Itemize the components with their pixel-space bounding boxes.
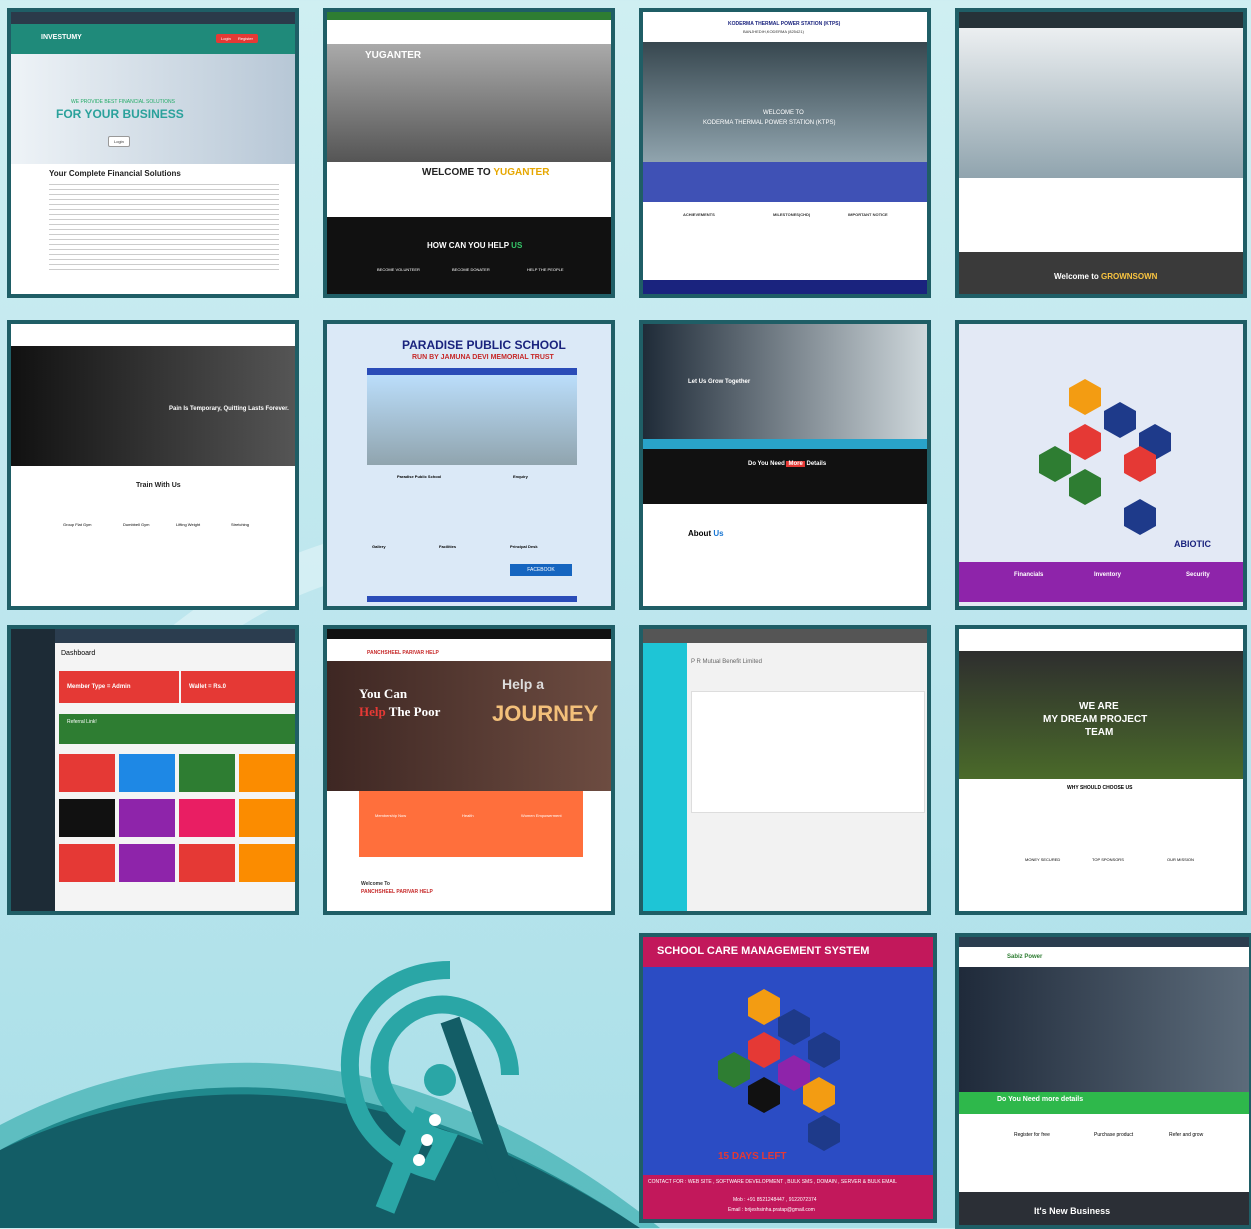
help-item[interactable]: BECOME DONATER bbox=[452, 267, 490, 272]
hero-photo bbox=[959, 28, 1243, 178]
top-bar bbox=[11, 12, 295, 24]
welcome-title: WELCOME TO YUGANTER bbox=[422, 167, 550, 178]
site-subtitle: BANJHEDIH,KODERMA (825421) bbox=[743, 29, 804, 34]
preview-card-yuganter[interactable]: YUGANTER WELCOME TO YUGANTER HOW CAN YOU… bbox=[323, 8, 615, 298]
preview-card-mutual[interactable]: P R Mutual Benefit Limited bbox=[639, 625, 931, 915]
hero-photo: YUGANTER bbox=[327, 44, 611, 162]
preview-card-panchsheel[interactable]: PANCHSHEEL PARIVAR HELP You Can Help The… bbox=[323, 625, 615, 915]
preview-card-investumy[interactable]: INVESTUMY Login Register WE PROVIDE BEST… bbox=[7, 8, 299, 298]
hero-subtitle: WE PROVIDE BEST FINANCIAL SOLUTIONS bbox=[71, 99, 175, 105]
preview-card-dashboard[interactable]: Dashboard Member Type = Admin Wallet = R… bbox=[7, 625, 299, 915]
logo-emblem-icon bbox=[341, 961, 520, 1214]
cta-button[interactable]: Login bbox=[108, 136, 130, 147]
header: INVESTUMY Login Register bbox=[11, 24, 295, 54]
section-title: Your Complete Financial Solutions bbox=[49, 169, 181, 178]
site-title: KODERMA THERMAL POWER STATION (KTPS) bbox=[728, 21, 841, 27]
hero-title: FOR YOUR BUSINESS bbox=[56, 107, 184, 121]
help-item[interactable]: BECOME VOLUNTEER bbox=[377, 267, 420, 272]
preview-card-paradise[interactable]: PARADISE PUBLIC SCHOOL RUN BY JAMUNA DEV… bbox=[323, 320, 615, 610]
preview-card-grownsown[interactable]: Welcome to GROWNSOWN bbox=[955, 8, 1247, 298]
hero: WE PROVIDE BEST FINANCIAL SOLUTIONS FOR … bbox=[11, 54, 295, 164]
facebook-button[interactable]: FACEBOOK bbox=[510, 564, 572, 576]
preview-card-grow[interactable]: Let Us Grow Together Do You Need More De… bbox=[639, 320, 931, 610]
help-item[interactable]: HELP THE PEOPLE bbox=[527, 267, 564, 272]
hero: Pain Is Temporary, Quitting Lasts Foreve… bbox=[11, 346, 295, 466]
welcome-band: Welcome to GROWNSOWN bbox=[959, 252, 1243, 294]
preview-card-dreamteam[interactable]: WE ARE MY DREAM PROJECT TEAM WHY SHOULD … bbox=[955, 625, 1247, 915]
preview-card-schoolcare[interactable]: SCHOOL CARE MANAGEMENT SYSTEM 15 DAYS LE… bbox=[639, 933, 937, 1223]
preview-card-gym[interactable]: Pain Is Temporary, Quitting Lasts Foreve… bbox=[7, 320, 299, 610]
preview-card-sabiz[interactable]: Sabiz Power Do You Need more details Reg… bbox=[955, 933, 1251, 1229]
preview-card-abiotic[interactable]: ABIOTIC Financials Inventory Security bbox=[955, 320, 1247, 610]
hero-title: YUGANTER bbox=[365, 50, 422, 61]
brand: INVESTUMY bbox=[41, 34, 82, 41]
screenshot-grid: INVESTUMY Login Register WE PROVIDE BEST… bbox=[0, 0, 1251, 1229]
body-text bbox=[49, 184, 279, 274]
hero: WELCOME TO KODERMA THERMAL POWER STATION… bbox=[643, 42, 927, 162]
help-section: HOW CAN YOU HELP US BECOME VOLUNTEER BEC… bbox=[327, 217, 611, 294]
register-button[interactable]: Register bbox=[233, 34, 258, 43]
preview-card-ktps[interactable]: KODERMA THERMAL POWER STATION (KTPS) BAN… bbox=[639, 8, 931, 298]
